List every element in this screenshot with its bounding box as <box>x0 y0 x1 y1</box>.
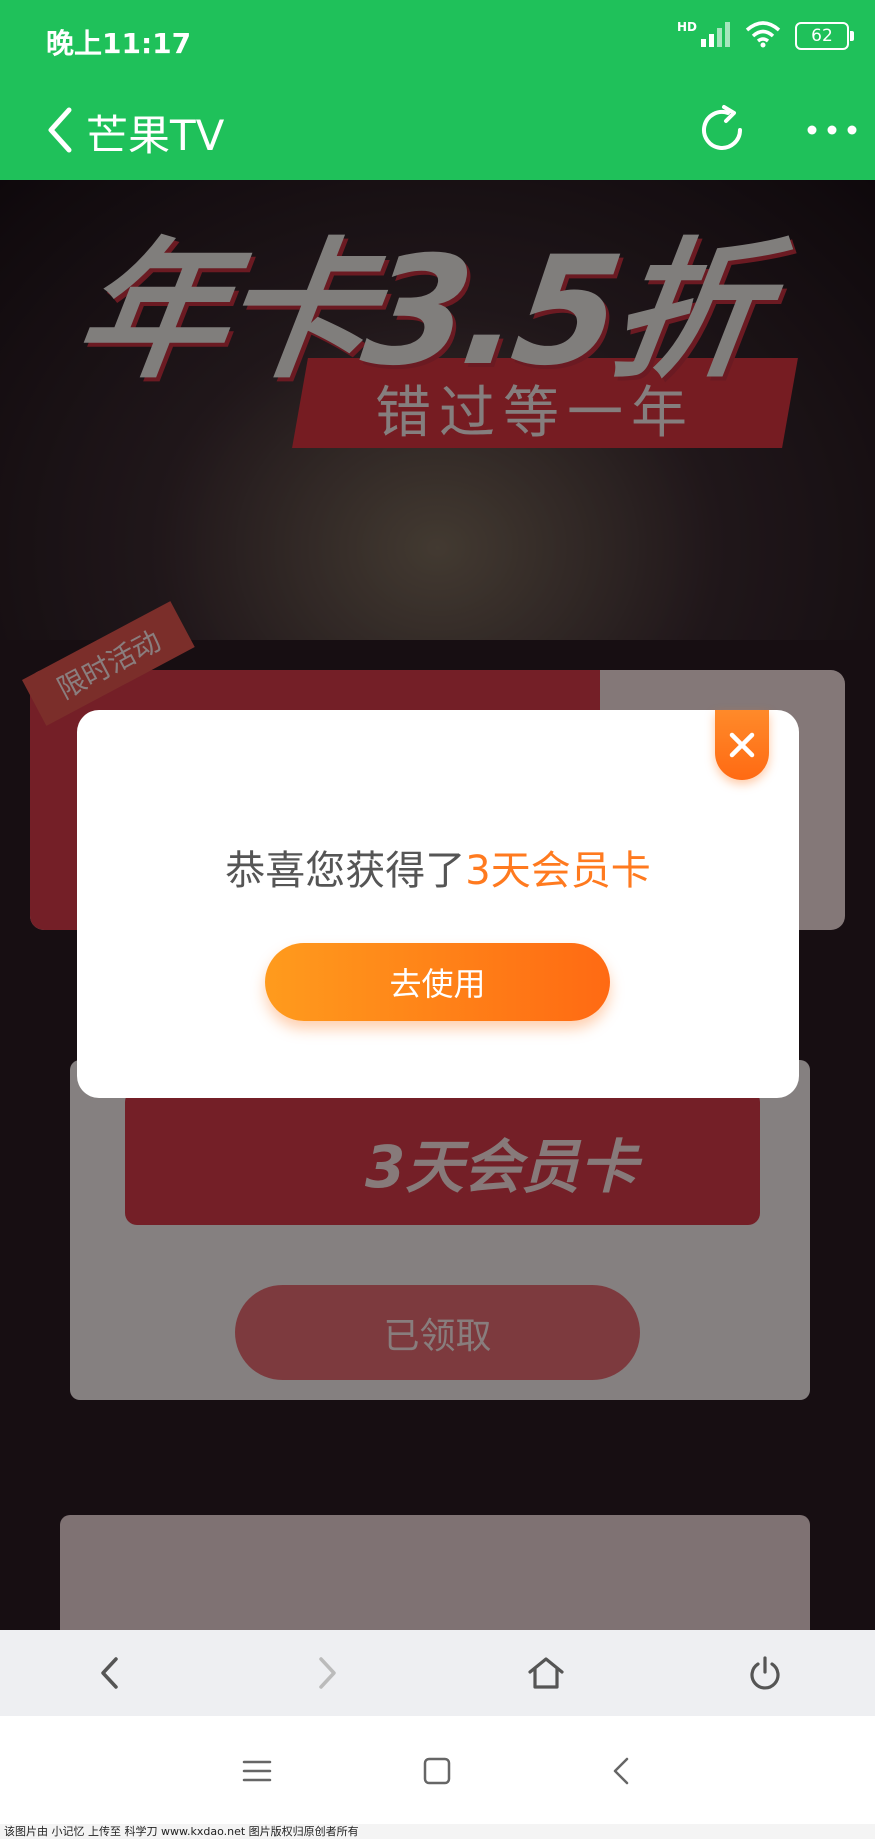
refresh-icon <box>702 105 742 150</box>
battery-icon: 62 <box>795 22 854 50</box>
home-button[interactable] <box>404 1738 470 1804</box>
refresh-button[interactable] <box>690 98 754 162</box>
reward-message: 恭喜您获得了3天会员卡 <box>77 838 799 896</box>
signal-icon <box>701 21 731 51</box>
app-title: 芒果TV <box>86 111 225 160</box>
app-bar: 芒果TV <box>0 80 875 180</box>
system-back-button[interactable] <box>588 1738 654 1804</box>
system-navigation-bar <box>0 1716 875 1824</box>
home-icon <box>528 1657 564 1689</box>
chevron-left-icon <box>613 1757 629 1785</box>
reward-message-highlight: 3天会员卡 <box>465 848 651 894</box>
browser-home-button[interactable] <box>513 1640 579 1706</box>
status-icons: HD 62 <box>676 20 854 52</box>
network-type-label: HD <box>676 20 697 34</box>
more-dots-icon <box>807 125 857 135</box>
browser-back-button[interactable] <box>76 1640 142 1706</box>
status-bar: 晚上11:17 HD 62 <box>0 0 875 80</box>
close-button[interactable] <box>715 710 769 780</box>
browser-toolbar <box>0 1630 875 1716</box>
chevron-left-icon <box>48 107 72 153</box>
recent-apps-button[interactable] <box>224 1738 290 1804</box>
reward-message-prefix: 恭喜您获得了 <box>225 848 466 894</box>
chevron-left-icon <box>101 1657 118 1689</box>
back-button[interactable] <box>30 100 90 160</box>
browser-forward-button[interactable] <box>295 1640 361 1706</box>
chevron-right-icon <box>319 1657 336 1689</box>
menu-lines-icon <box>242 1760 272 1782</box>
reward-dialog <box>77 710 799 1098</box>
more-options-button[interactable] <box>800 98 864 162</box>
use-now-button[interactable]: 去使用 <box>265 943 610 1021</box>
browser-exit-button[interactable] <box>732 1640 798 1706</box>
status-time: 晚上11:17 <box>46 27 192 60</box>
watermark-text: 该图片由 小记忆 上传至 科学刀 www.kxdao.net 图片版权归原创者所… <box>0 1824 875 1839</box>
power-icon <box>750 1656 780 1690</box>
wifi-icon <box>745 20 781 52</box>
close-icon <box>729 732 755 758</box>
battery-level: 62 <box>811 26 833 46</box>
square-icon <box>423 1757 451 1785</box>
